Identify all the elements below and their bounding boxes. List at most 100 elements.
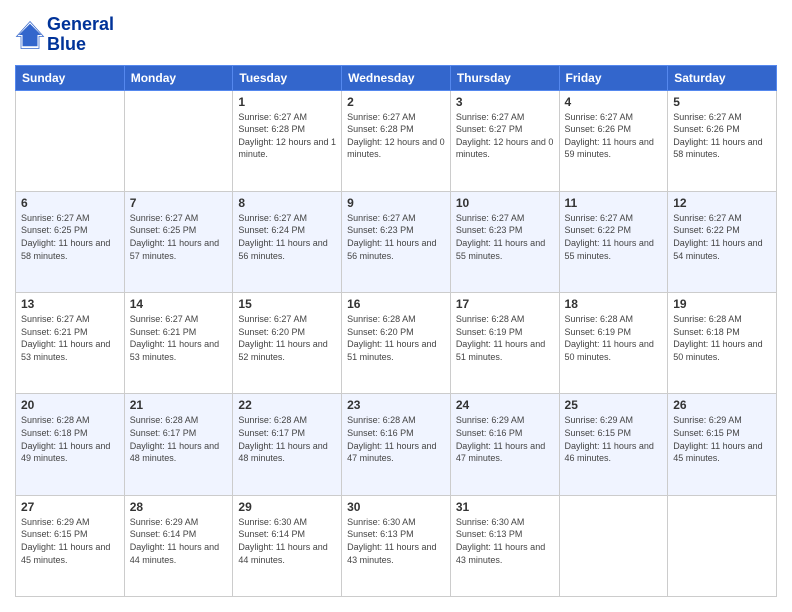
day-number: 14 — [130, 297, 228, 311]
day-number: 21 — [130, 398, 228, 412]
day-number: 17 — [456, 297, 554, 311]
calendar-cell: 4 Sunrise: 6:27 AMSunset: 6:26 PMDaylight… — [559, 90, 668, 191]
calendar-cell: 17 Sunrise: 6:28 AMSunset: 6:19 PMDayligh… — [450, 293, 559, 394]
day-number: 30 — [347, 500, 445, 514]
day-info: Sunrise: 6:28 AMSunset: 6:16 PMDaylight:… — [347, 414, 445, 464]
calendar-week-row: 20 Sunrise: 6:28 AMSunset: 6:18 PMDayligh… — [16, 394, 777, 495]
day-info: Sunrise: 6:27 AMSunset: 6:25 PMDaylight:… — [130, 212, 228, 262]
calendar-cell: 18Sunrise: 6:28 AMSunset: 6:19 PMDayligh… — [559, 293, 668, 394]
day-number: 12 — [673, 196, 771, 210]
day-info: Sunrise: 6:29 AMSunset: 6:14 PMDaylight:… — [130, 516, 228, 566]
day-number: 7 — [130, 196, 228, 210]
day-number: 10 — [456, 196, 554, 210]
calendar-cell: 19 Sunrise: 6:28 AMSunset: 6:18 PMDayligh… — [668, 293, 777, 394]
calendar-cell: 27 Sunrise: 6:29 AMSunset: 6:15 PMDayligh… — [16, 495, 125, 596]
day-info: Sunrise: 6:29 AMSunset: 6:16 PMDaylight:… — [456, 414, 554, 464]
weekday-header-saturday: Saturday — [668, 65, 777, 90]
calendar-cell: 24Sunrise: 6:29 AMSunset: 6:16 PMDayligh… — [450, 394, 559, 495]
weekday-header-tuesday: Tuesday — [233, 65, 342, 90]
page: General Blue SundayMondayTuesdayWednesda… — [0, 0, 792, 612]
day-info: Sunrise: 6:27 AMSunset: 6:24 PMDaylight:… — [238, 212, 336, 262]
day-number: 6 — [21, 196, 119, 210]
calendar-cell: 28 Sunrise: 6:29 AMSunset: 6:14 PMDayligh… — [124, 495, 233, 596]
calendar-cell: 30 Sunrise: 6:30 AMSunset: 6:13 PMDayligh… — [342, 495, 451, 596]
day-info: Sunrise: 6:27 AMSunset: 6:26 PMDaylight:… — [673, 111, 771, 161]
day-number: 2 — [347, 95, 445, 109]
day-info: Sunrise: 6:27 AMSunset: 6:22 PMDaylight:… — [673, 212, 771, 262]
day-info: Sunrise: 6:27 AMSunset: 6:22 PMDaylight:… — [565, 212, 663, 262]
weekday-header-thursday: Thursday — [450, 65, 559, 90]
day-number: 20 — [21, 398, 119, 412]
day-info: Sunrise: 6:29 AMSunset: 6:15 PMDaylight:… — [673, 414, 771, 464]
calendar-cell: 11 Sunrise: 6:27 AMSunset: 6:22 PMDayligh… — [559, 191, 668, 292]
day-number: 16 — [347, 297, 445, 311]
calendar-cell: 14Sunrise: 6:27 AMSunset: 6:21 PMDayligh… — [124, 293, 233, 394]
header: General Blue — [15, 15, 777, 55]
weekday-header-row: SundayMondayTuesdayWednesdayThursdayFrid… — [16, 65, 777, 90]
day-number: 9 — [347, 196, 445, 210]
calendar-cell: 22 Sunrise: 6:28 AMSunset: 6:17 PMDayligh… — [233, 394, 342, 495]
calendar-cell: 29Sunrise: 6:30 AMSunset: 6:14 PMDayligh… — [233, 495, 342, 596]
day-number: 11 — [565, 196, 663, 210]
day-info: Sunrise: 6:28 AMSunset: 6:20 PMDaylight:… — [347, 313, 445, 363]
calendar-cell: 2 Sunrise: 6:27 AMSunset: 6:28 PMDaylight… — [342, 90, 451, 191]
weekday-header-friday: Friday — [559, 65, 668, 90]
calendar-week-row: 27 Sunrise: 6:29 AMSunset: 6:15 PMDayligh… — [16, 495, 777, 596]
calendar-cell: 5 Sunrise: 6:27 AMSunset: 6:26 PMDaylight… — [668, 90, 777, 191]
day-number: 8 — [238, 196, 336, 210]
day-info: Sunrise: 6:27 AMSunset: 6:23 PMDaylight:… — [347, 212, 445, 262]
calendar-cell: 13 Sunrise: 6:27 AMSunset: 6:21 PMDayligh… — [16, 293, 125, 394]
weekday-header-monday: Monday — [124, 65, 233, 90]
day-info: Sunrise: 6:27 AMSunset: 6:27 PMDaylight:… — [456, 111, 554, 161]
day-number: 3 — [456, 95, 554, 109]
calendar-table: SundayMondayTuesdayWednesdayThursdayFrid… — [15, 65, 777, 597]
calendar-cell: 10 Sunrise: 6:27 AMSunset: 6:23 PMDayligh… — [450, 191, 559, 292]
day-info: Sunrise: 6:29 AMSunset: 6:15 PMDaylight:… — [21, 516, 119, 566]
day-info: Sunrise: 6:27 AMSunset: 6:21 PMDaylight:… — [21, 313, 119, 363]
day-info: Sunrise: 6:30 AMSunset: 6:13 PMDaylight:… — [347, 516, 445, 566]
calendar-cell: 3 Sunrise: 6:27 AMSunset: 6:27 PMDaylight… — [450, 90, 559, 191]
day-number: 5 — [673, 95, 771, 109]
day-number: 4 — [565, 95, 663, 109]
day-info: Sunrise: 6:27 AMSunset: 6:28 PMDaylight:… — [238, 111, 336, 161]
day-number: 23 — [347, 398, 445, 412]
calendar-cell — [16, 90, 125, 191]
day-number: 13 — [21, 297, 119, 311]
day-number: 26 — [673, 398, 771, 412]
day-info: Sunrise: 6:27 AMSunset: 6:26 PMDaylight:… — [565, 111, 663, 161]
day-info: Sunrise: 6:30 AMSunset: 6:14 PMDaylight:… — [238, 516, 336, 566]
day-info: Sunrise: 6:28 AMSunset: 6:19 PMDaylight:… — [456, 313, 554, 363]
calendar-cell: 6 Sunrise: 6:27 AMSunset: 6:25 PMDaylight… — [16, 191, 125, 292]
calendar-cell: 20 Sunrise: 6:28 AMSunset: 6:18 PMDayligh… — [16, 394, 125, 495]
logo-text: General Blue — [47, 15, 114, 55]
day-info: Sunrise: 6:28 AMSunset: 6:18 PMDaylight:… — [673, 313, 771, 363]
day-number: 22 — [238, 398, 336, 412]
weekday-header-wednesday: Wednesday — [342, 65, 451, 90]
calendar-cell: 15Sunrise: 6:27 AMSunset: 6:20 PMDayligh… — [233, 293, 342, 394]
calendar-week-row: 6 Sunrise: 6:27 AMSunset: 6:25 PMDaylight… — [16, 191, 777, 292]
day-info: Sunrise: 6:30 AMSunset: 6:13 PMDaylight:… — [456, 516, 554, 566]
day-info: Sunrise: 6:27 AMSunset: 6:20 PMDaylight:… — [238, 313, 336, 363]
weekday-header-sunday: Sunday — [16, 65, 125, 90]
calendar-cell: 23 Sunrise: 6:28 AMSunset: 6:16 PMDayligh… — [342, 394, 451, 495]
day-info: Sunrise: 6:27 AMSunset: 6:25 PMDaylight:… — [21, 212, 119, 262]
calendar-cell: 9 Sunrise: 6:27 AMSunset: 6:23 PMDaylight… — [342, 191, 451, 292]
day-info: Sunrise: 6:28 AMSunset: 6:17 PMDaylight:… — [130, 414, 228, 464]
day-number: 31 — [456, 500, 554, 514]
logo-icon — [15, 20, 45, 50]
day-number: 27 — [21, 500, 119, 514]
day-info: Sunrise: 6:27 AMSunset: 6:23 PMDaylight:… — [456, 212, 554, 262]
calendar-cell — [559, 495, 668, 596]
calendar-cell: 8 Sunrise: 6:27 AMSunset: 6:24 PMDaylight… — [233, 191, 342, 292]
calendar-cell: 21 Sunrise: 6:28 AMSunset: 6:17 PMDayligh… — [124, 394, 233, 495]
day-info: Sunrise: 6:27 AMSunset: 6:28 PMDaylight:… — [347, 111, 445, 161]
calendar-cell: 26 Sunrise: 6:29 AMSunset: 6:15 PMDayligh… — [668, 394, 777, 495]
day-info: Sunrise: 6:28 AMSunset: 6:17 PMDaylight:… — [238, 414, 336, 464]
day-number: 19 — [673, 297, 771, 311]
calendar-cell: 31 Sunrise: 6:30 AMSunset: 6:13 PMDayligh… — [450, 495, 559, 596]
day-info: Sunrise: 6:28 AMSunset: 6:19 PMDaylight:… — [565, 313, 663, 363]
calendar-cell: 25Sunrise: 6:29 AMSunset: 6:15 PMDayligh… — [559, 394, 668, 495]
day-info: Sunrise: 6:28 AMSunset: 6:18 PMDaylight:… — [21, 414, 119, 464]
day-number: 28 — [130, 500, 228, 514]
day-number: 1 — [238, 95, 336, 109]
